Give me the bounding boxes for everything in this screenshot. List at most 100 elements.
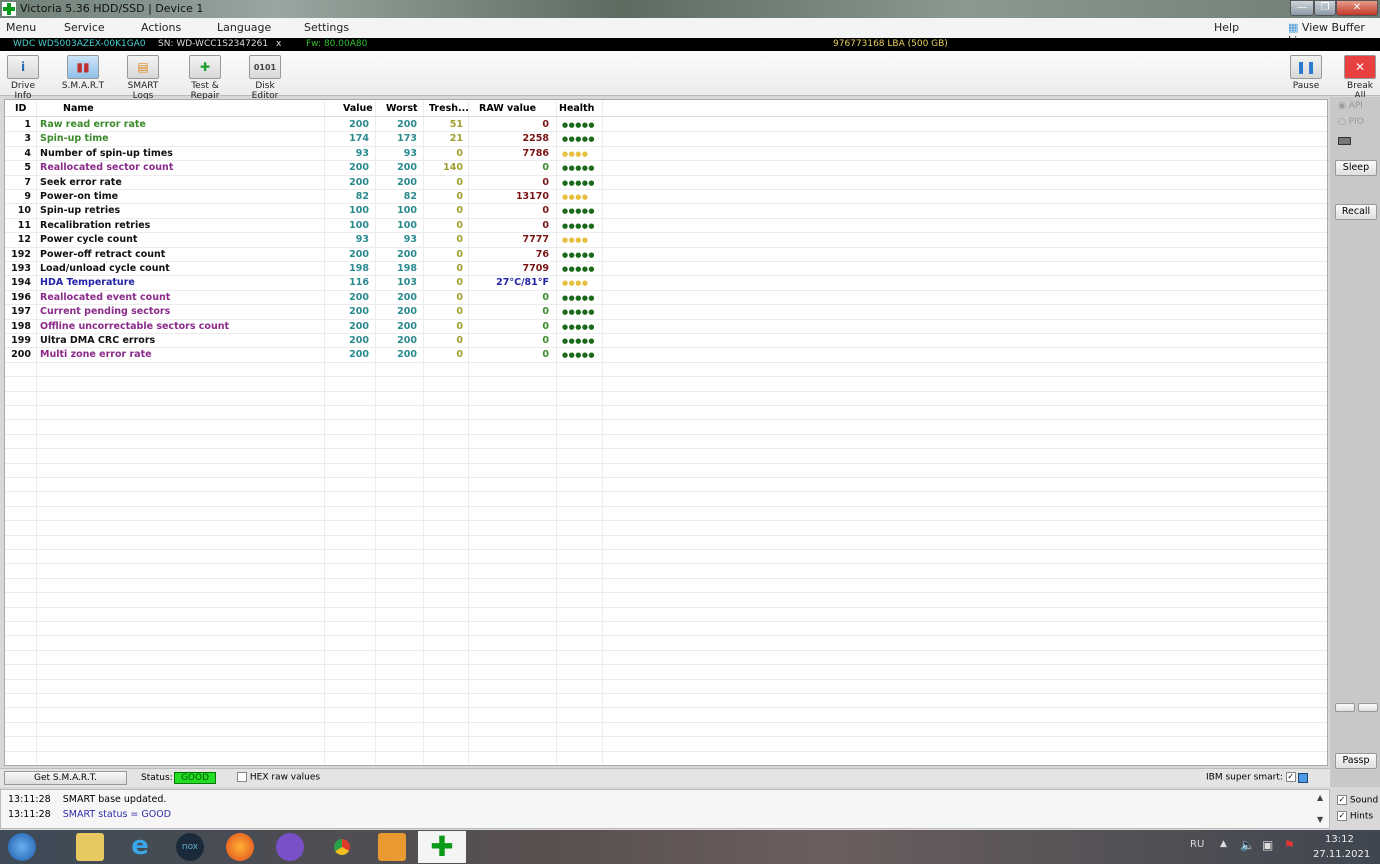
col-id[interactable]: ID: [15, 100, 26, 117]
drive-info-label: Drive Info: [11, 81, 35, 101]
sound-checkbox[interactable]: ✓ Sound: [1337, 795, 1378, 806]
cell-name: Current pending sectors: [40, 306, 171, 318]
explorer-icon[interactable]: [76, 833, 104, 861]
cell-id: 193: [11, 263, 31, 274]
sleep-button[interactable]: Sleep: [1335, 160, 1377, 176]
clock-date[interactable]: 27.11.2021: [1313, 849, 1370, 860]
hex-raw-checkbox[interactable]: HEX raw values: [237, 772, 320, 783]
color-indicator-icon[interactable]: [1298, 773, 1308, 783]
firefox-icon[interactable]: [226, 833, 254, 861]
viber-icon[interactable]: [276, 833, 304, 861]
table-row[interactable]: 196 Reallocated event count 200 200 0 0 ●●●●●: [5, 291, 1327, 306]
tray-arrow-icon[interactable]: ▲: [1220, 839, 1227, 849]
table-row[interactable]: 11 Recalibration retries 100 100 0 0 ●●●●●: [5, 219, 1327, 234]
get-smart-button[interactable]: Get S.M.A.R.T.: [4, 771, 127, 785]
cell-worst: 173: [397, 133, 417, 145]
cell-name: Raw read error rate: [40, 119, 146, 130]
col-name[interactable]: Name: [63, 100, 94, 117]
smart-button[interactable]: ▮▮ S.M.A.R.T: [60, 55, 106, 91]
cell-id: 200: [11, 349, 31, 361]
maximize-button[interactable]: ❐: [1314, 0, 1336, 16]
chrome-icon[interactable]: [328, 833, 356, 861]
cell-name: Power-off retract count: [40, 248, 166, 260]
table-row[interactable]: 7 Seek error rate 200 200 0 0 ●●●●●: [5, 176, 1327, 190]
minimize-button[interactable]: —: [1290, 0, 1314, 16]
pio-radio[interactable]: ○ PIO: [1338, 117, 1364, 127]
table-row[interactable]: 12 Power cycle count 93 93 0 7777 ●●●●: [5, 233, 1327, 248]
table-row[interactable]: 194 HDA Temperature 116 103 0 27°C/81°F ●●●●: [5, 276, 1327, 291]
api-radio[interactable]: ◉ API: [1338, 101, 1363, 111]
hints-checkbox[interactable]: ✓ Hints: [1337, 811, 1373, 822]
volume-icon[interactable]: 🔈: [1240, 838, 1255, 852]
table-row[interactable]: 3 Spin-up time 174 173 21 2258 ●●●●●: [5, 132, 1327, 147]
passp-button[interactable]: Passp: [1335, 753, 1377, 769]
menu-language[interactable]: Language: [217, 21, 271, 34]
scroll-up-icon[interactable]: ▲: [1317, 793, 1323, 802]
table-row[interactable]: 1 Raw read error rate 200 200 51 0 ●●●●●: [5, 118, 1327, 133]
table-row[interactable]: 197 Current pending sectors 200 200 0 0 ●●●●●: [5, 305, 1327, 320]
table-row[interactable]: 9 Power-on time 82 82 0 13170 ●●●●: [5, 190, 1327, 205]
menu-actions[interactable]: Actions: [141, 21, 181, 34]
scroll-down-icon[interactable]: ▼: [1317, 815, 1323, 824]
table-row[interactable]: 4 Number of spin-up times 93 93 0 7786 ●●●●: [5, 147, 1327, 162]
cell-id: 12: [17, 234, 31, 246]
recall-button[interactable]: Recall: [1335, 204, 1377, 220]
table-row[interactable]: 193 Load/unload cycle count 198 198 0 7709 ●●●…: [5, 262, 1327, 277]
small-button-left[interactable]: [1335, 703, 1355, 712]
menu-help[interactable]: Help: [1214, 21, 1239, 34]
cell-health: ●●●●●: [562, 308, 596, 317]
cell-value: 198: [349, 263, 369, 274]
empty-row: [5, 507, 1327, 522]
internet-explorer-icon[interactable]: e: [126, 833, 154, 861]
network-icon[interactable]: ▣: [1262, 838, 1273, 852]
table-row[interactable]: 199 Ultra DMA CRC errors 200 200 0 0 ●●●●●: [5, 334, 1327, 349]
close-drive-x[interactable]: x: [276, 38, 281, 51]
cell-raw: 0: [542, 219, 549, 231]
drive-lba: 976773168 LBA (500 GB): [833, 39, 948, 49]
cell-name: Reallocated event count: [40, 291, 171, 303]
cell-value: 200: [349, 320, 369, 332]
cell-health: ●●●●●: [562, 135, 596, 144]
col-tresh[interactable]: Tresh...: [429, 100, 469, 117]
table-row[interactable]: 198 Offline uncorrectable sectors count 20…: [5, 320, 1327, 334]
indicator-icon: [1338, 137, 1351, 145]
cell-tresh: 0: [456, 320, 463, 332]
cell-name: Multi zone error rate: [40, 349, 152, 361]
cell-name: Spin-up retries: [40, 205, 121, 217]
table-row[interactable]: 10 Spin-up retries 100 100 0 0 ●●●●●: [5, 204, 1327, 219]
pause-button[interactable]: ❚❚ Pause: [1290, 55, 1322, 91]
empty-row: [5, 579, 1327, 594]
menu-service[interactable]: Service: [64, 21, 105, 34]
menu-menu[interactable]: Menu: [6, 21, 36, 34]
ibm-super-smart-checkbox[interactable]: IBM super smart: ✓: [1206, 772, 1296, 783]
start-button-icon[interactable]: [8, 833, 36, 861]
test-repair-button[interactable]: ✚ Test & Repair: [177, 55, 233, 101]
break-all-button[interactable]: ✕ Break All: [1342, 55, 1378, 101]
table-row[interactable]: 5 Reallocated sector count 200 200 140 0 ●●●●●: [5, 161, 1327, 176]
col-health[interactable]: Health: [559, 100, 594, 117]
media-player-icon[interactable]: [378, 833, 406, 861]
pause-label: Pause: [1292, 81, 1320, 91]
language-indicator[interactable]: RU: [1190, 839, 1204, 850]
action-center-flag-icon[interactable]: ⚑: [1284, 838, 1295, 852]
small-button-right[interactable]: [1358, 703, 1378, 712]
cell-name: Spin-up time: [40, 133, 109, 145]
close-button[interactable]: ✕: [1336, 0, 1378, 16]
cell-worst: 200: [397, 349, 417, 361]
col-worst[interactable]: Worst: [386, 100, 418, 117]
clock-time[interactable]: 13:12: [1325, 834, 1354, 845]
col-value[interactable]: Value: [343, 100, 373, 117]
col-raw[interactable]: RAW value: [479, 100, 536, 117]
disk-editor-button[interactable]: 0101 Disk Editor: [243, 55, 287, 101]
table-row[interactable]: 192 Power-off retract count 200 200 0 76 ●●●●●: [5, 248, 1327, 262]
cell-id: 198: [11, 320, 31, 332]
menu-settings[interactable]: Settings: [304, 21, 349, 34]
drive-info-button[interactable]: i Drive Info: [3, 55, 43, 101]
table-row[interactable]: 200 Multi zone error rate 200 200 0 0 ●●●●●: [5, 348, 1327, 363]
nox-icon[interactable]: nox: [176, 833, 204, 861]
victoria-taskbar-icon[interactable]: ✚: [418, 831, 466, 863]
empty-row: [5, 521, 1327, 536]
cell-worst: 93: [403, 234, 417, 246]
cell-tresh: 0: [456, 205, 463, 217]
smart-logs-button[interactable]: ▤ SMART Logs: [117, 55, 169, 101]
